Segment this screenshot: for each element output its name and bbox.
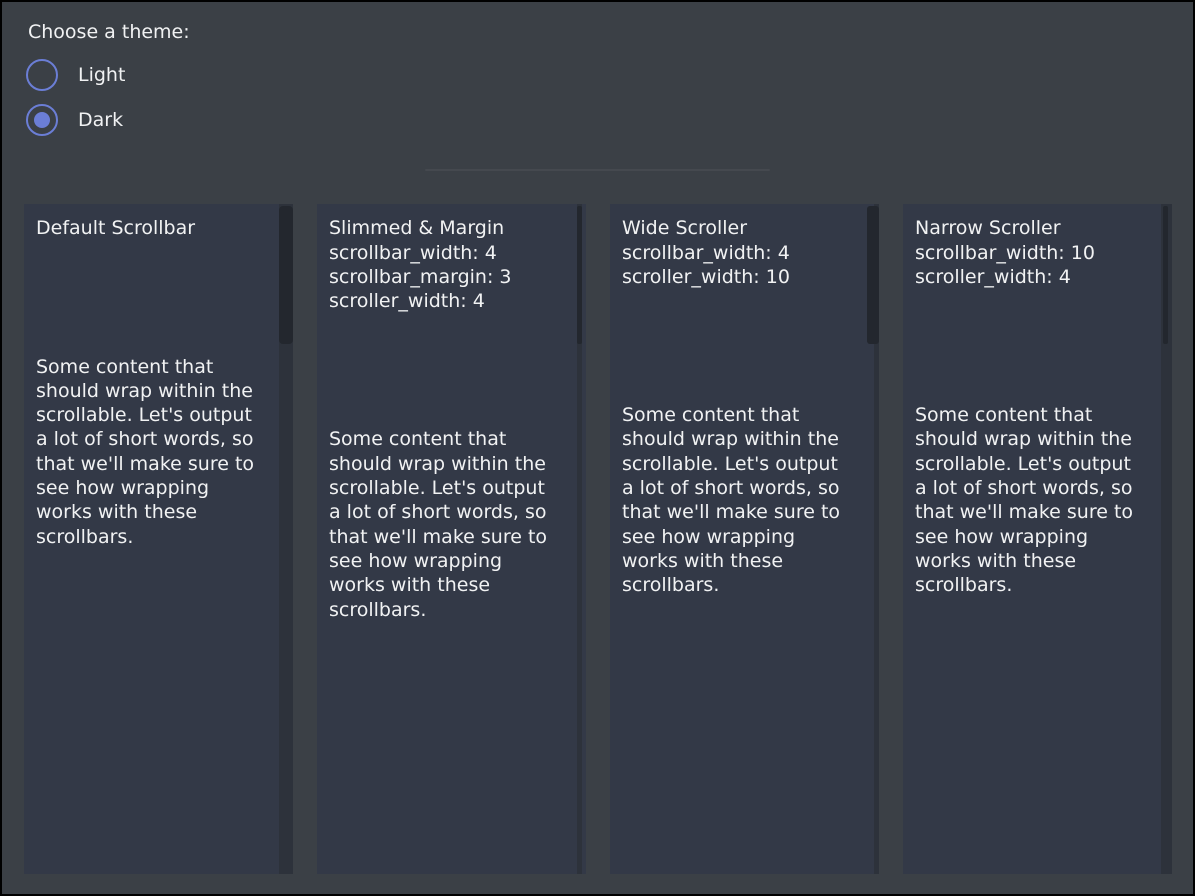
- panel-default-scrollbar[interactable]: Default Scrollbar Some content that shou…: [24, 204, 293, 874]
- panel-title: Default Scrollbar: [36, 216, 275, 240]
- scrollbar-thumb[interactable]: [867, 206, 879, 344]
- panel-body-text: Some content that should wrap within the…: [36, 355, 275, 549]
- panel-body-text: Some content that should wrap within the…: [622, 403, 861, 597]
- panel-config: scrollbar_width: 4 scrollbar_margin: 3 s…: [329, 241, 568, 314]
- panel-slimmed-margin[interactable]: Slimmed & Margin scrollbar_width: 4 scro…: [317, 204, 586, 874]
- radio-button-dark-icon[interactable]: [26, 104, 58, 136]
- radio-label-dark: Dark: [78, 108, 123, 132]
- panel-body-text: Some content that should wrap within the…: [915, 403, 1154, 597]
- app-window: Choose a theme: Light Dark Default Scrol…: [0, 0, 1195, 896]
- scrollbar-thumb[interactable]: [1163, 206, 1168, 344]
- panel-narrow-scroller[interactable]: Narrow Scroller scrollbar_width: 10 scro…: [903, 204, 1172, 874]
- horizontal-divider: [425, 169, 770, 171]
- panel-config: scrollbar_width: 10 scroller_width: 4: [915, 241, 1154, 290]
- radio-button-light-icon[interactable]: [26, 59, 58, 91]
- theme-option-dark[interactable]: Dark: [26, 103, 1193, 137]
- scrollbar-thumb[interactable]: [577, 206, 582, 344]
- panel-wide-scroller[interactable]: Wide Scroller scrollbar_width: 4 scrolle…: [610, 204, 879, 874]
- panel-title: Narrow Scroller: [915, 216, 1154, 240]
- scrollbar-demo-row: Default Scrollbar Some content that shou…: [24, 204, 1172, 874]
- theme-chooser-label: Choose a theme:: [28, 20, 1193, 44]
- panel-body-text: Some content that should wrap within the…: [329, 427, 568, 621]
- theme-option-light[interactable]: Light: [26, 58, 1193, 92]
- radio-dot-icon: [34, 112, 50, 128]
- panel-title: Wide Scroller: [622, 216, 861, 240]
- panel-config: scrollbar_width: 4 scroller_width: 10: [622, 241, 861, 290]
- panel-title: Slimmed & Margin: [329, 216, 568, 240]
- radio-label-light: Light: [78, 63, 125, 87]
- scrollbar-thumb[interactable]: [279, 206, 293, 344]
